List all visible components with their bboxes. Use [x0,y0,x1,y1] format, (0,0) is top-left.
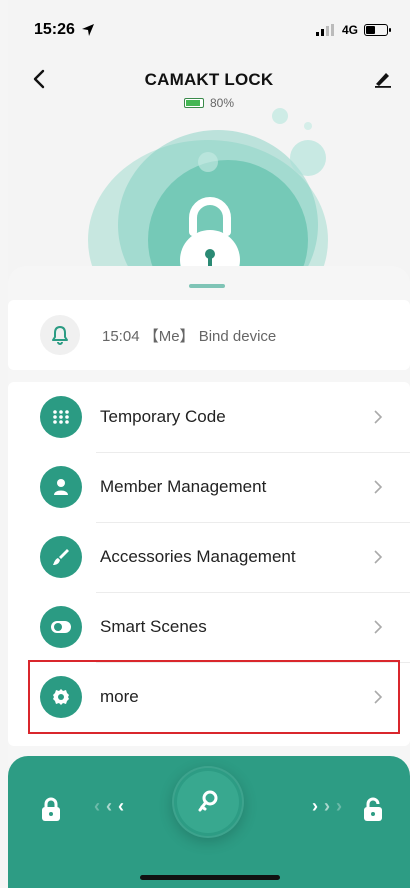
status-time: 15:26 [34,21,75,38]
home-indicator[interactable] [140,875,280,880]
edit-icon [375,73,391,88]
menu-item-label: more [100,687,139,706]
hero-decoration [8,100,410,280]
battery-percent: 80% [209,96,235,110]
main-panel: 15:04 【Me】 Bind device Temporary Code Me… [8,266,410,766]
back-icon [33,69,45,89]
person-icon [54,479,68,495]
page-title: CAMAKT LOCK [144,70,274,89]
unlock-button[interactable] [358,794,388,824]
menu-item-member-management[interactable]: Member Management [8,452,410,522]
gear-icon [53,689,69,705]
header: CAMAKT LOCK [8,60,410,100]
bottom-control-bar: ‹‹‹ ››› [8,756,410,888]
menu-list: Temporary Code Member Management Accesso… [8,382,410,746]
menu-item-smart-scenes[interactable]: Smart Scenes [8,592,410,662]
menu-item-more[interactable]: more [8,662,410,732]
menu-item-label: Temporary Code [100,407,226,426]
location-arrow-icon [81,24,94,36]
drag-handle[interactable] [189,284,225,288]
battery-icon [183,98,204,108]
bell-icon [52,326,68,345]
chevron-right-icon [368,687,388,707]
menu-item-label: Member Management [100,477,267,496]
back-button[interactable] [24,64,54,94]
chevron-right-icon [368,477,388,497]
unlock-icon [364,797,382,821]
status-battery-icon [364,24,391,36]
brush-icon [53,549,69,565]
lock-button[interactable] [36,794,66,824]
signal-icon [315,24,334,36]
chevron-right-icon [368,547,388,567]
menu-item-label: Smart Scenes [100,617,207,636]
lock-icon [42,797,60,821]
phone-screen: 15:26 4G CAMAKT LOCK 80% 15:04 【Me】 Bind… [8,0,410,888]
menu-item-temporary-code[interactable]: Temporary Code [8,382,410,452]
notification-text: 15:04 【Me】 Bind device [102,327,277,345]
swipe-arrows-right: ››› [312,796,348,816]
battery-indicator: 80% [8,96,410,110]
swipe-arrows-left: ‹‹‹ [94,796,130,816]
chevron-right-icon [368,407,388,427]
bell-icon-wrap [40,315,80,355]
menu-item-accessories-management[interactable]: Accessories Management [8,522,410,592]
chevron-right-icon [368,617,388,637]
keypad-icon [53,410,69,424]
notification-card[interactable]: 15:04 【Me】 Bind device [8,300,410,370]
menu-item-label: Accessories Management [100,547,296,566]
network-type: 4G [341,23,358,37]
unlock-key-button[interactable] [172,766,244,838]
edit-button[interactable] [368,64,398,94]
toggle-icon [51,621,71,633]
key-icon [198,790,218,812]
status-bar: 15:26 4G [8,0,410,60]
